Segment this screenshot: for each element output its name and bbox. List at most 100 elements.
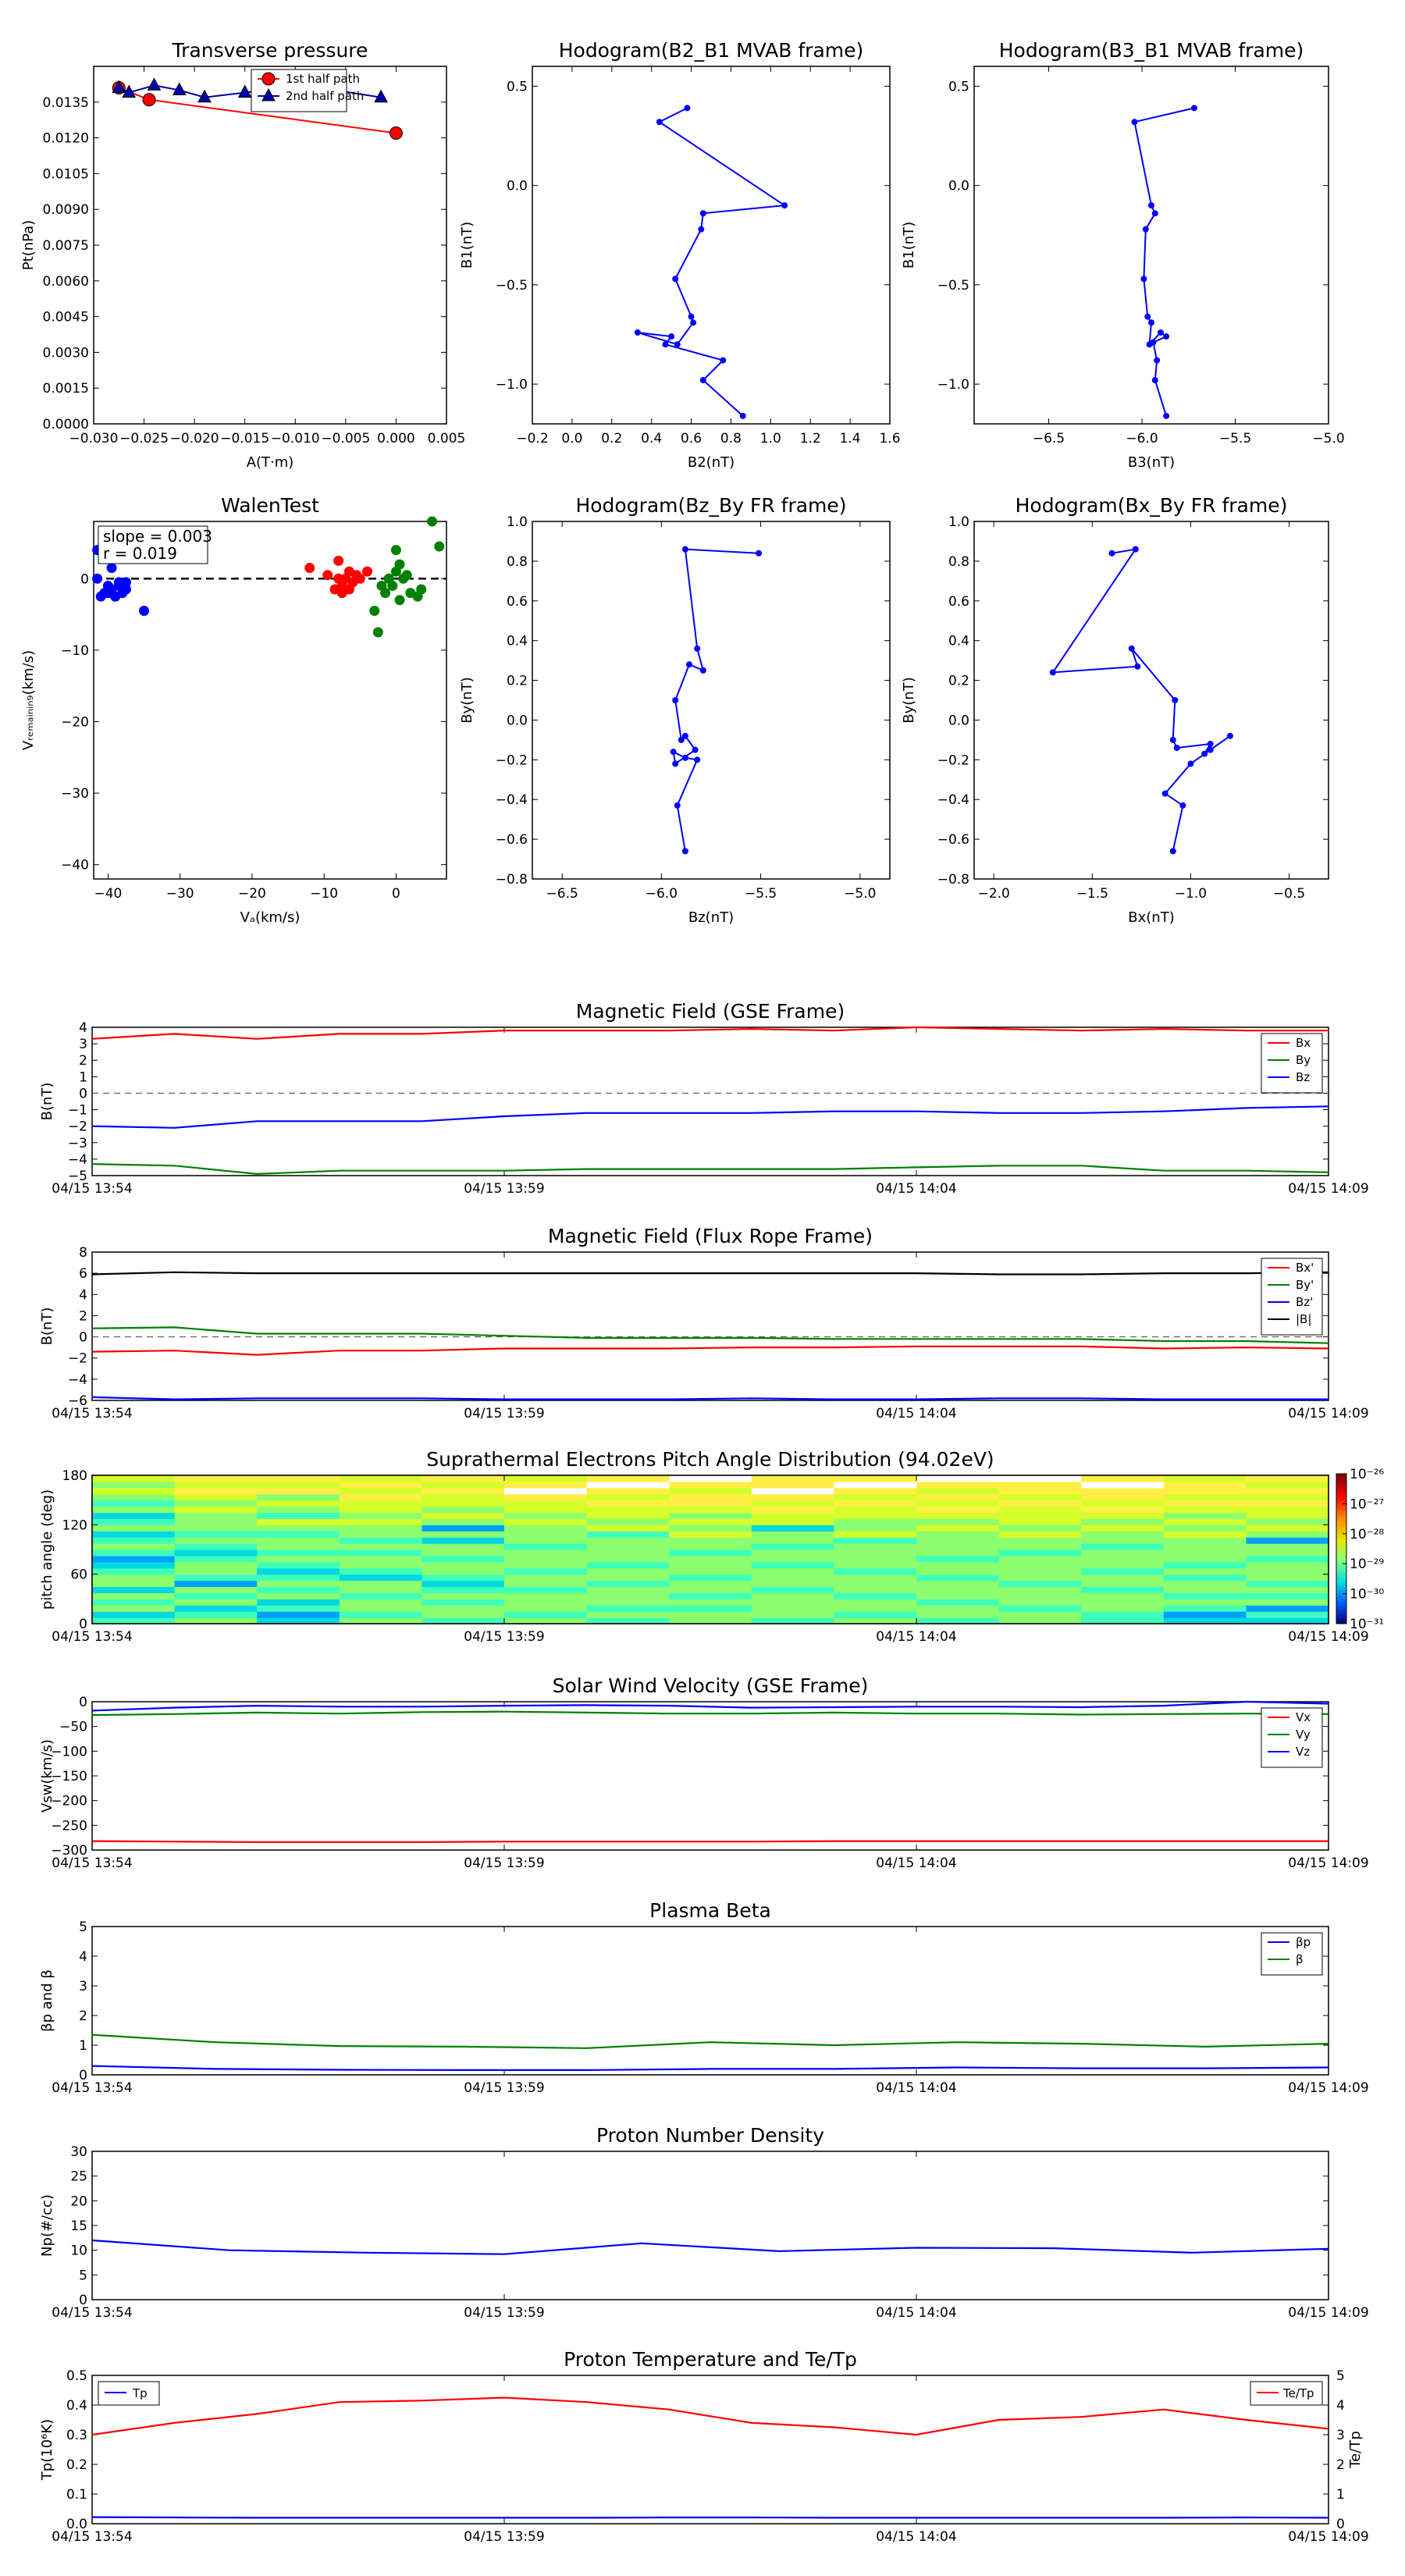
x-axis-label: B2(nT): [688, 454, 735, 471]
heatmap-cell: [669, 1487, 752, 1495]
heatmap-cell: [504, 1567, 588, 1575]
x-tick-label: 0.2: [601, 431, 622, 447]
series-line: [1051, 548, 1231, 852]
data-point: [147, 77, 162, 91]
y-tick-label: 1: [79, 1069, 87, 1085]
y-tick-label: −0.6: [496, 832, 528, 848]
heatmap-cell: [174, 1580, 258, 1588]
y-tick-label: 0.5: [507, 79, 528, 94]
data-point: [662, 341, 669, 348]
y-tick-label: 0.0120: [43, 131, 89, 147]
y-tick-label: −0.4: [496, 792, 528, 808]
heatmap-cell: [669, 1543, 752, 1550]
heatmap-cell: [339, 1518, 422, 1525]
chart-title: Magnetic Field (GSE Frame): [576, 1000, 845, 1023]
heatmap-cell: [1163, 1481, 1247, 1489]
series-line: [91, 1840, 1329, 1843]
y-tick-label: 3: [79, 1979, 87, 1994]
x-tick-label: −5.0: [1312, 431, 1344, 447]
heatmap-cell: [834, 1512, 917, 1519]
data-point: [672, 276, 679, 283]
heatmap-cell: [998, 1500, 1082, 1507]
heatmap-cell: [1081, 1611, 1165, 1618]
data-point: [690, 319, 697, 326]
heatmap-cell: [422, 1500, 505, 1507]
heatmap-cell: [257, 1481, 340, 1489]
x-tick-label: 04/15 14:04: [876, 1406, 956, 1421]
heatmap-cell: [257, 1586, 340, 1593]
x-tick-label: 0: [392, 886, 400, 902]
x-tick-label: 1.6: [879, 431, 900, 447]
y-tick-label: −150: [51, 1769, 87, 1784]
heatmap-cell: [257, 1555, 340, 1563]
x-tick-label: 04/15 13:59: [464, 1629, 544, 1645]
heatmap-cell: [669, 1605, 752, 1612]
series-line: [637, 107, 787, 417]
heatmap-cell: [504, 1561, 588, 1569]
data-point: [694, 756, 701, 763]
heatmap-cell: [504, 1592, 588, 1599]
y-tick-label: 2: [79, 1308, 87, 1324]
plot-frame: [91, 1701, 1329, 1851]
heatmap-cell: [504, 1506, 588, 1514]
heatmap-cell: [751, 1531, 834, 1538]
heatmap-cell: [916, 1500, 1000, 1507]
colorbar-label: 10⁻³⁰: [1350, 1587, 1384, 1603]
data-point: [304, 563, 315, 574]
heatmap-cell: [998, 1611, 1082, 1618]
data-point: [699, 377, 706, 384]
heatmap-cell: [751, 1512, 834, 1519]
data-point: [781, 202, 788, 209]
heatmap-cell: [1081, 1518, 1165, 1525]
y-tick-label: 0: [79, 1617, 87, 1632]
heatmap-cell: [916, 1506, 1000, 1514]
heatmap-cell: [998, 1493, 1082, 1501]
heatmap-cell: [504, 1605, 588, 1612]
series-line: [91, 2033, 1329, 2049]
y-tick-label: 3: [1336, 2428, 1345, 2443]
heatmap-cell: [586, 1475, 670, 1482]
legend-label: 1st half path: [286, 72, 360, 86]
x-tick-label: 0.4: [641, 431, 662, 447]
y-tick-label: 10: [70, 2243, 87, 2259]
heatmap-cell: [669, 1550, 752, 1557]
heatmap-cell: [916, 1605, 1000, 1612]
y-tick-label: −6: [68, 1393, 87, 1409]
heatmap-cell: [916, 1586, 1000, 1593]
heatmap-cell: [998, 1599, 1082, 1606]
chart-6: Magnetic Field (GSE Frame) 04/15 13:54 04/…: [39, 1000, 1369, 1197]
heatmap-cell: [669, 1537, 752, 1544]
data-point: [1049, 669, 1056, 676]
x-tick-label: 04/15 14:04: [876, 2305, 956, 2321]
x-tick-label: −6.0: [646, 886, 678, 902]
y-tick-label: 0.0045: [43, 310, 89, 326]
data-point: [121, 584, 132, 595]
heatmap-cell: [1246, 1599, 1329, 1606]
chart-2: Hodogram(B3_B1 MVAB frame) −6.5 −6.0 −5.5 −5…: [901, 39, 1345, 471]
data-point: [333, 555, 344, 566]
heatmap-cell: [751, 1481, 834, 1489]
heatmap-cell: [339, 1599, 422, 1606]
chart-title: Suprathermal Electrons Pitch Angle Distr…: [426, 1448, 994, 1471]
heatmap-cell: [669, 1531, 752, 1538]
y-tick-label: 0: [79, 1330, 87, 1346]
chart-11: Proton Number Density 04/15 13:54 04/15 13…: [39, 2124, 1369, 2321]
heatmap-cell: [1246, 1574, 1329, 1582]
heatmap-cell: [1246, 1561, 1329, 1569]
heatmap-cell: [257, 1475, 340, 1482]
y-tick-label: 0.2: [507, 674, 528, 689]
y-tick-label: 0.5: [66, 2368, 87, 2384]
heatmap-cell: [998, 1487, 1082, 1495]
heatmap-cell: [916, 1550, 1000, 1557]
heatmap-cell: [586, 1592, 670, 1599]
data-point: [394, 595, 405, 606]
data-point: [1131, 119, 1138, 126]
y-axis-label: By(nT): [901, 677, 917, 723]
heatmap-cell: [586, 1525, 670, 1532]
heatmap-cell: [92, 1567, 176, 1575]
y-tick-label: −100: [51, 1744, 87, 1759]
heatmap-cell: [1081, 1605, 1165, 1612]
heatmap-cell: [916, 1475, 1000, 1482]
heatmap-cell: [339, 1493, 422, 1501]
x-tick-label: 0.005: [428, 431, 466, 447]
